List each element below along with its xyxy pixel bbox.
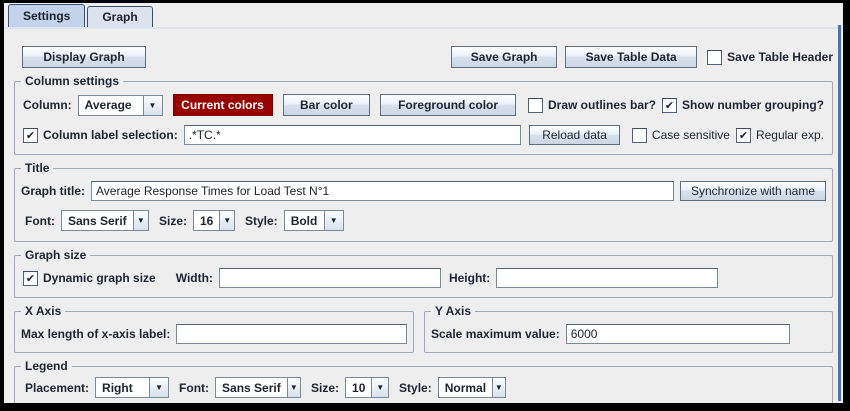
placement-select[interactable]: Right ▼ <box>95 377 169 398</box>
graph-title-input[interactable] <box>91 181 674 201</box>
case-sensitive-checkbox[interactable]: Case sensitive <box>632 128 730 143</box>
save-graph-button[interactable]: Save Graph <box>451 46 557 68</box>
tab-settings[interactable]: Settings <box>8 4 85 27</box>
draw-outlines-label: Draw outlines bar? <box>548 98 656 112</box>
column-settings-title: Column settings <box>21 74 123 89</box>
legend-group: Legend Placement: Right ▼ Font: Sans Ser… <box>14 366 833 403</box>
axes-row: X Axis Max length of x-axis label: Y Axi… <box>12 298 835 353</box>
y-axis-group: Y Axis Scale maximum value: <box>424 311 833 353</box>
checkbox-icon <box>528 98 543 113</box>
checkbox-icon: ✔ <box>23 128 38 143</box>
legend-style-value: Normal <box>439 378 492 397</box>
regular-exp-label: Regular exp. <box>756 128 824 142</box>
save-table-header-label: Save Table Header <box>727 50 833 64</box>
title-font-value: Sans Serif <box>62 211 133 230</box>
graph-size-group: Graph size ✔ Dynamic graph size Width: H… <box>14 255 833 298</box>
column-settings-group: Column settings Column: Average ▼ Curren… <box>14 81 833 155</box>
title-size-value: 16 <box>194 211 219 230</box>
synchronize-with-name-button[interactable]: Synchronize with name <box>680 181 826 201</box>
column-label-selection-checkbox[interactable]: ✔ Column label selection: <box>23 128 178 143</box>
save-table-header-checkbox[interactable]: Save Table Header <box>707 50 833 65</box>
reload-data-button[interactable]: Reload data <box>529 125 620 145</box>
max-length-x-axis-input[interactable] <box>176 324 407 344</box>
legend-size-value: 10 <box>346 378 371 397</box>
toolbar: Display Graph Save Graph Save Table Data… <box>14 46 833 68</box>
settings-panel: Settings Graph Display Graph Save Graph … <box>4 3 843 403</box>
number-grouping-checkbox[interactable]: ✔ Show number grouping? <box>662 98 824 113</box>
case-sensitive-label: Case sensitive <box>652 128 730 142</box>
regular-exp-checkbox[interactable]: ✔ Regular exp. <box>736 128 824 143</box>
legend-size-select[interactable]: 10 ▼ <box>345 377 389 398</box>
save-table-data-button[interactable]: Save Table Data <box>565 46 697 68</box>
chevron-down-icon[interactable]: ▼ <box>143 96 162 115</box>
height-input[interactable] <box>496 268 718 288</box>
chevron-down-icon[interactable]: ▼ <box>149 378 168 397</box>
legend-size-label: Size: <box>311 381 339 395</box>
foreground-color-button[interactable]: Foreground color <box>380 94 516 116</box>
title-size-label: Size: <box>159 214 187 228</box>
column-label-selection-label: Column label selection: <box>43 128 178 142</box>
scale-maximum-value-label: Scale maximum value: <box>431 327 560 341</box>
right-accent-line <box>838 25 841 401</box>
legend-style-label: Style: <box>399 381 432 395</box>
checkbox-icon: ✔ <box>736 128 751 143</box>
settings-content: Display Graph Save Graph Save Table Data… <box>4 46 843 403</box>
title-style-value: Bold <box>285 211 324 230</box>
title-font-select[interactable]: Sans Serif ▼ <box>61 210 149 231</box>
scale-maximum-value-input[interactable] <box>566 324 790 344</box>
dynamic-graph-size-label: Dynamic graph size <box>43 271 156 285</box>
width-label: Width: <box>176 271 213 285</box>
display-graph-button[interactable]: Display Graph <box>22 46 146 68</box>
chevron-down-icon[interactable]: ▼ <box>324 211 343 230</box>
tab-bar: Settings Graph <box>4 3 843 29</box>
bar-color-button[interactable]: Bar color <box>283 94 371 116</box>
chevron-down-icon[interactable]: ▼ <box>287 378 300 397</box>
checkbox-icon: ✔ <box>23 271 38 286</box>
title-style-select[interactable]: Bold ▼ <box>284 210 344 231</box>
height-label: Height: <box>449 271 490 285</box>
x-axis-group: X Axis Max length of x-axis label: <box>14 311 414 353</box>
x-axis-title: X Axis <box>21 304 65 319</box>
column-label: Column: <box>23 98 72 112</box>
title-size-select[interactable]: 16 ▼ <box>193 210 235 231</box>
chevron-down-icon[interactable]: ▼ <box>219 211 234 230</box>
max-length-x-axis-label: Max length of x-axis label: <box>21 327 170 341</box>
legend-font-select[interactable]: Sans Serif ▼ <box>215 377 301 398</box>
graph-size-title: Graph size <box>21 248 90 263</box>
number-grouping-label: Show number grouping? <box>682 98 824 112</box>
width-input[interactable] <box>219 268 441 288</box>
column-select[interactable]: Average ▼ <box>78 95 163 116</box>
legend-font-label: Font: <box>179 381 209 395</box>
placement-label: Placement: <box>25 381 89 395</box>
app-window: Settings Graph Display Graph Save Graph … <box>0 0 850 411</box>
tab-graph[interactable]: Graph <box>87 6 152 27</box>
title-style-label: Style: <box>245 214 278 228</box>
placement-value: Right <box>96 378 149 397</box>
chevron-down-icon[interactable]: ▼ <box>133 211 148 230</box>
legend-font-value: Sans Serif <box>216 378 287 397</box>
graph-title-label: Graph title: <box>21 184 85 198</box>
y-axis-title: Y Axis <box>431 304 475 319</box>
column-label-selection-input[interactable] <box>184 125 521 145</box>
legend-style-select[interactable]: Normal ▼ <box>438 377 506 398</box>
title-group-title: Title <box>21 161 53 176</box>
title-group: Title Graph title: Synchronize with name… <box>14 168 833 242</box>
title-font-label: Font: <box>25 214 55 228</box>
chevron-down-icon[interactable]: ▼ <box>492 378 505 397</box>
chevron-down-icon[interactable]: ▼ <box>371 378 388 397</box>
dynamic-graph-size-checkbox[interactable]: ✔ Dynamic graph size <box>23 271 156 286</box>
checkbox-icon <box>707 50 722 65</box>
current-colors-button[interactable]: Current colors <box>173 94 273 116</box>
checkbox-icon <box>632 128 647 143</box>
checkbox-icon: ✔ <box>662 98 677 113</box>
legend-title: Legend <box>21 359 72 374</box>
column-select-value: Average <box>79 96 143 115</box>
draw-outlines-checkbox[interactable]: Draw outlines bar? <box>528 98 656 113</box>
